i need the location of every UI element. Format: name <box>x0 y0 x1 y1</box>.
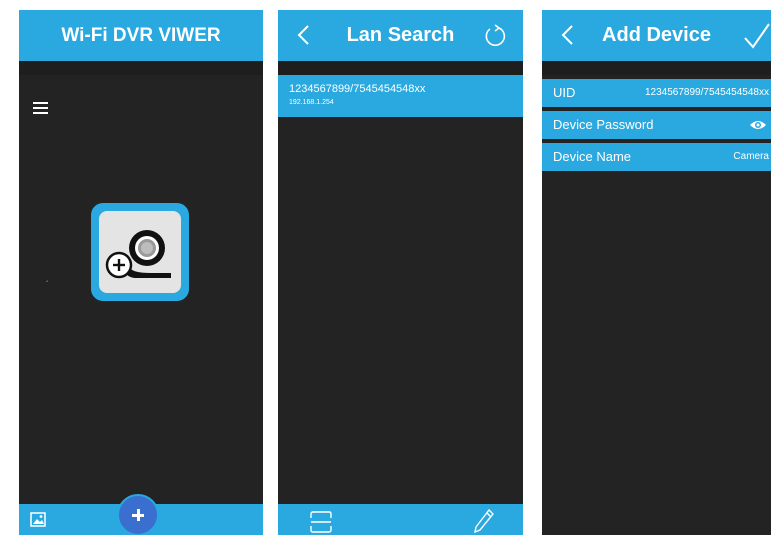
add-device-header: Add Device <box>542 10 771 61</box>
lan-search-header: Lan Search <box>278 10 523 61</box>
add-device-button[interactable] <box>117 494 159 535</box>
lan-device-uid: 1234567899/7545454548xx <box>289 83 426 95</box>
uid-value: 1234567899/7545454548xx <box>644 87 769 98</box>
header-shadow <box>542 61 771 75</box>
add-device-title: Add Device <box>602 24 711 46</box>
home-screen: Wi-Fi DVR VIWER ´ <box>19 10 263 535</box>
device-name-label: Device Name <box>553 149 632 164</box>
menu-icon[interactable] <box>33 102 48 116</box>
stray-mark: ´ <box>46 280 49 289</box>
header-shadow <box>19 61 263 75</box>
add-camera-icon <box>105 230 171 279</box>
lan-device-ip: 192.168.1.254 <box>289 99 334 106</box>
edit-icon[interactable] <box>473 508 495 534</box>
scan-icon[interactable] <box>310 511 332 533</box>
gallery-icon[interactable] <box>30 512 46 527</box>
header-shadow <box>278 61 523 75</box>
checkmark-icon[interactable] <box>741 22 771 50</box>
lan-search-footer <box>278 504 523 535</box>
refresh-icon[interactable] <box>481 22 509 50</box>
lan-device-item[interactable]: 1234567899/7545454548xx 192.168.1.254 <box>278 75 523 117</box>
app-title: Wi-Fi DVR VIWER <box>61 25 221 46</box>
add-device-screen: Add Device UID 1234567899/7545454548xx D… <box>542 10 771 535</box>
add-camera-button[interactable] <box>91 203 189 301</box>
lan-search-screen: Lan Search 1234567899/7545454548xx 192.1… <box>278 10 523 535</box>
home-header: Wi-Fi DVR VIWER <box>19 10 263 61</box>
uid-field[interactable]: UID 1234567899/7545454548xx <box>542 79 771 107</box>
device-name-value: Camera <box>733 151 769 162</box>
device-name-field[interactable]: Device Name Camera <box>542 143 771 171</box>
device-password-label: Device Password <box>553 117 654 132</box>
eye-icon[interactable] <box>749 119 767 131</box>
uid-label: UID <box>553 85 576 100</box>
device-password-field[interactable]: Device Password <box>542 111 771 139</box>
